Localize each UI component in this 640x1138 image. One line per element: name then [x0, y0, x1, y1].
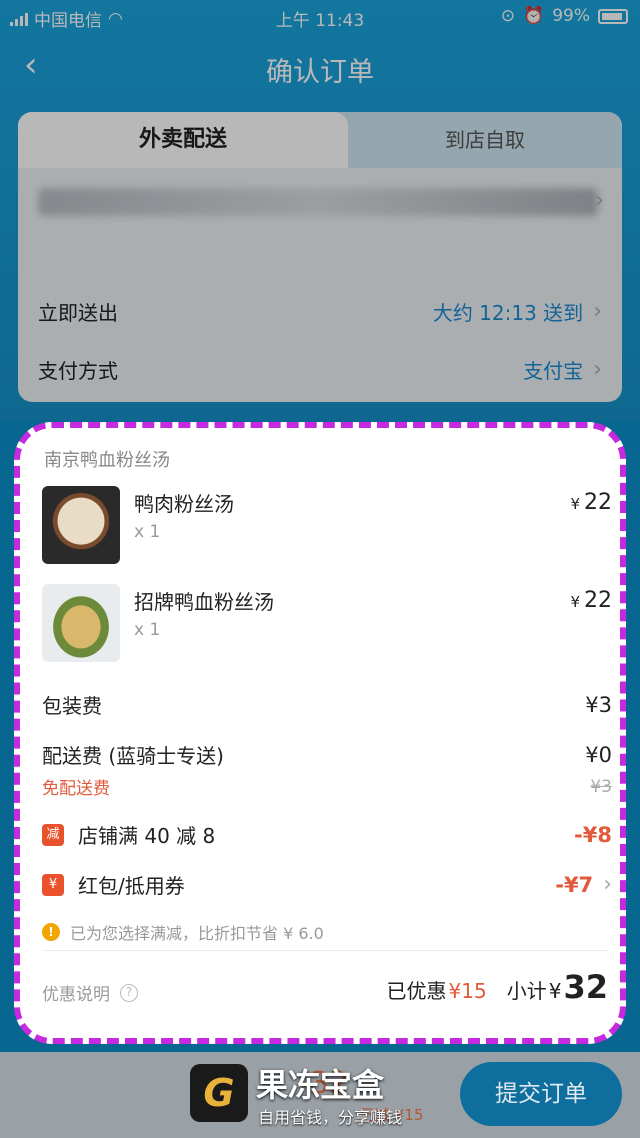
item-price: ¥22	[570, 490, 612, 515]
coupon-badge-icon: ¥	[42, 873, 64, 896]
logo-letter: G	[203, 1071, 235, 1115]
watermark-logo: G	[190, 1064, 248, 1122]
subtotal-currency: ¥	[548, 979, 562, 1003]
order-item: 招牌鸭血粉丝汤 x 1 ¥22	[42, 584, 612, 666]
store-discount-row: 减 店铺满 40 减 8 -¥8	[42, 820, 612, 849]
divider	[42, 950, 608, 951]
delivery-fee-value: ¥0	[585, 742, 612, 767]
watermark-brand: 果冻宝盒	[256, 1066, 385, 1104]
food-image	[42, 486, 120, 564]
delivery-fee-label: 配送费 (蓝骑士专送)	[42, 744, 224, 768]
coupon-value: -¥7	[555, 872, 594, 897]
currency-symbol: ¥	[570, 593, 580, 611]
order-summary: 优惠说明 ? 已优惠 ¥15 小计 ¥ 32	[42, 968, 608, 1018]
item-name: 招牌鸭血粉丝汤	[134, 590, 274, 614]
packing-fee-value: ¥3	[585, 692, 612, 717]
currency-symbol: ¥	[570, 495, 580, 513]
delivery-fee-row: 配送费 (蓝骑士专送) ¥0	[42, 740, 612, 769]
free-delivery-row: 免配送费 ¥3	[42, 774, 612, 800]
item-price: ¥22	[570, 588, 612, 613]
subtotal-label: 小计	[506, 979, 547, 1003]
item-price-value: 22	[584, 588, 612, 613]
saved-label: 已优惠	[386, 979, 447, 1003]
discount-value: -¥8	[574, 822, 612, 847]
coupon-row[interactable]: ¥ 红包/抵用券 -¥7 ›	[42, 870, 612, 899]
submit-order-button[interactable]: 提交订单	[460, 1062, 622, 1126]
promo-explain-label: 优惠说明	[42, 985, 110, 1005]
info-icon: !	[42, 923, 60, 941]
item-qty: x 1	[134, 620, 161, 640]
original-delivery-fee: ¥3	[590, 776, 612, 797]
item-name: 鸭肉粉丝汤	[134, 492, 234, 516]
free-delivery-label: 免配送费	[42, 779, 110, 799]
food-image	[42, 584, 120, 662]
saved-value: ¥15	[448, 979, 487, 1003]
discount-label: 店铺满 40 减 8	[78, 824, 216, 848]
item-price-value: 22	[584, 490, 612, 515]
packing-fee-label: 包装费	[42, 694, 102, 718]
chevron-right-icon: ›	[603, 872, 612, 897]
packing-fee-row: 包装费 ¥3	[42, 690, 612, 719]
item-qty: x 1	[134, 522, 161, 542]
promo-explain-link[interactable]: 优惠说明 ?	[42, 980, 138, 1005]
subtotal-value: 32	[563, 968, 608, 1006]
coupon-label: 红包/抵用券	[78, 874, 185, 898]
savings-note-text: 已为您选择满减，比折扣节省 ¥ 6.0	[70, 924, 324, 943]
order-item: 鸭肉粉丝汤 x 1 ¥22	[42, 486, 612, 568]
watermark-slogan: 自用省钱，分享赚钱	[258, 1108, 403, 1127]
discount-badge-icon: 减	[42, 823, 64, 846]
order-detail-sheet: 南京鸭血粉丝汤 鸭肉粉丝汤 x 1 ¥22 招牌鸭血粉丝汤 x 1 ¥22 包装…	[14, 422, 626, 1044]
savings-note: ! 已为您选择满减，比折扣节省 ¥ 6.0	[42, 920, 324, 944]
question-icon: ?	[120, 983, 138, 1002]
store-name: 南京鸭血粉丝汤	[44, 450, 170, 471]
